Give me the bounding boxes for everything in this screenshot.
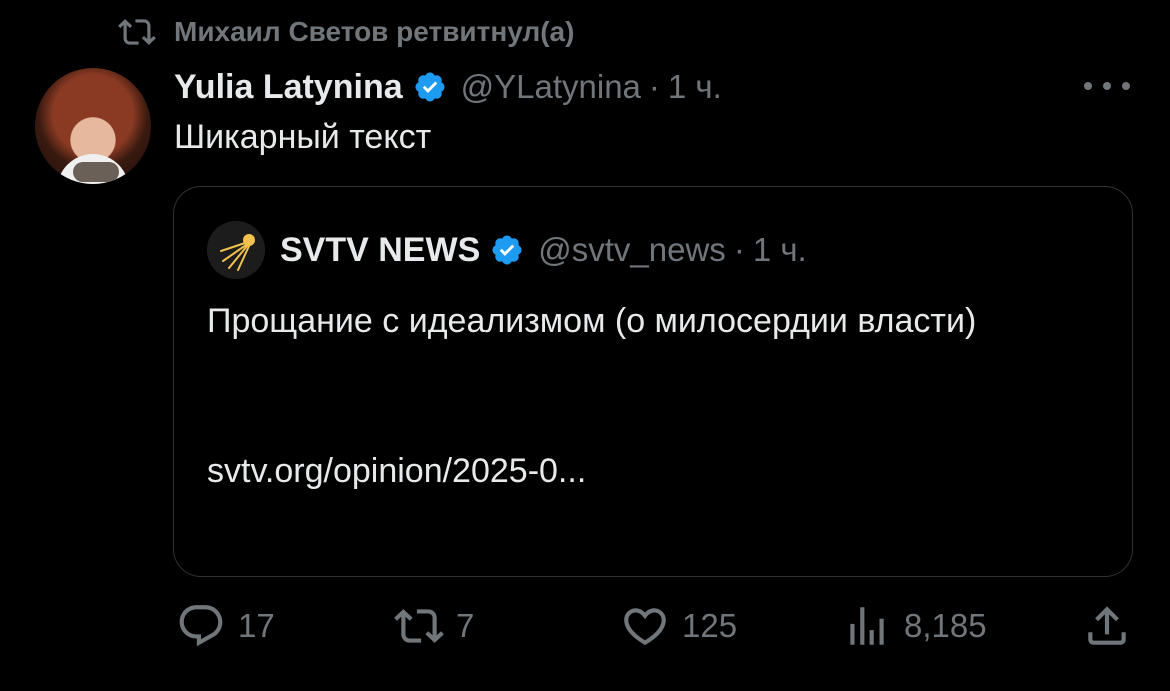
retweet-icon xyxy=(394,609,444,643)
tweet-text: Шикарный текст xyxy=(174,118,432,156)
avatar-hand xyxy=(73,162,119,182)
author-name[interactable]: Yulia Latynina xyxy=(174,68,403,107)
more-dots-icon xyxy=(1103,82,1111,90)
more-options-button[interactable] xyxy=(1084,72,1130,100)
quote-text: Прощание с идеализмом (о милосердии влас… xyxy=(207,302,977,340)
like-count: 125 xyxy=(682,607,738,644)
views-count: 8,185 xyxy=(904,607,987,644)
like-button[interactable]: 125 xyxy=(620,600,737,652)
retweet-icon xyxy=(118,19,156,45)
heart-icon xyxy=(624,608,666,646)
quote-header: SVTV NEWS @svtv_news · 1 ч. xyxy=(280,226,807,274)
retweet-banner[interactable]: Михаил Светов ретвитнул(а) xyxy=(118,14,574,50)
retweet-button[interactable]: 7 xyxy=(394,600,474,652)
tweet-header: Yulia Latynina @YLatynina · 1 ч. xyxy=(174,64,722,110)
quote-author-avatar[interactable] xyxy=(207,221,265,279)
more-dots-icon xyxy=(1084,82,1092,90)
quote-author-name[interactable]: SVTV NEWS xyxy=(280,231,480,270)
share-icon xyxy=(1088,606,1126,645)
reply-icon xyxy=(179,605,223,647)
reply-button[interactable]: 17 xyxy=(176,600,275,652)
retweet-banner-text: Михаил Светов ретвитнул(а) xyxy=(174,16,575,47)
verified-badge-icon[interactable] xyxy=(413,70,447,104)
tweet-timestamp[interactable]: 1 ч. xyxy=(668,68,722,106)
verified-badge-icon[interactable] xyxy=(490,233,524,267)
satellite-logo-icon xyxy=(207,221,265,279)
views-button[interactable]: 8,185 xyxy=(842,600,987,652)
quote-author-handle[interactable]: @svtv_news xyxy=(538,231,726,269)
quote-link[interactable]: svtv.org/opinion/2025-0... xyxy=(207,446,586,496)
quote-header-separator: · xyxy=(733,231,745,268)
author-handle[interactable]: @YLatynina xyxy=(461,68,641,106)
header-separator: · xyxy=(648,68,660,105)
share-button[interactable] xyxy=(1082,600,1132,652)
reply-count: 17 xyxy=(238,607,275,644)
quote-timestamp[interactable]: 1 ч. xyxy=(753,231,807,269)
views-bar-chart-icon xyxy=(850,607,884,645)
author-avatar[interactable] xyxy=(35,68,151,184)
retweet-count: 7 xyxy=(456,607,475,644)
more-dots-icon xyxy=(1122,82,1130,90)
